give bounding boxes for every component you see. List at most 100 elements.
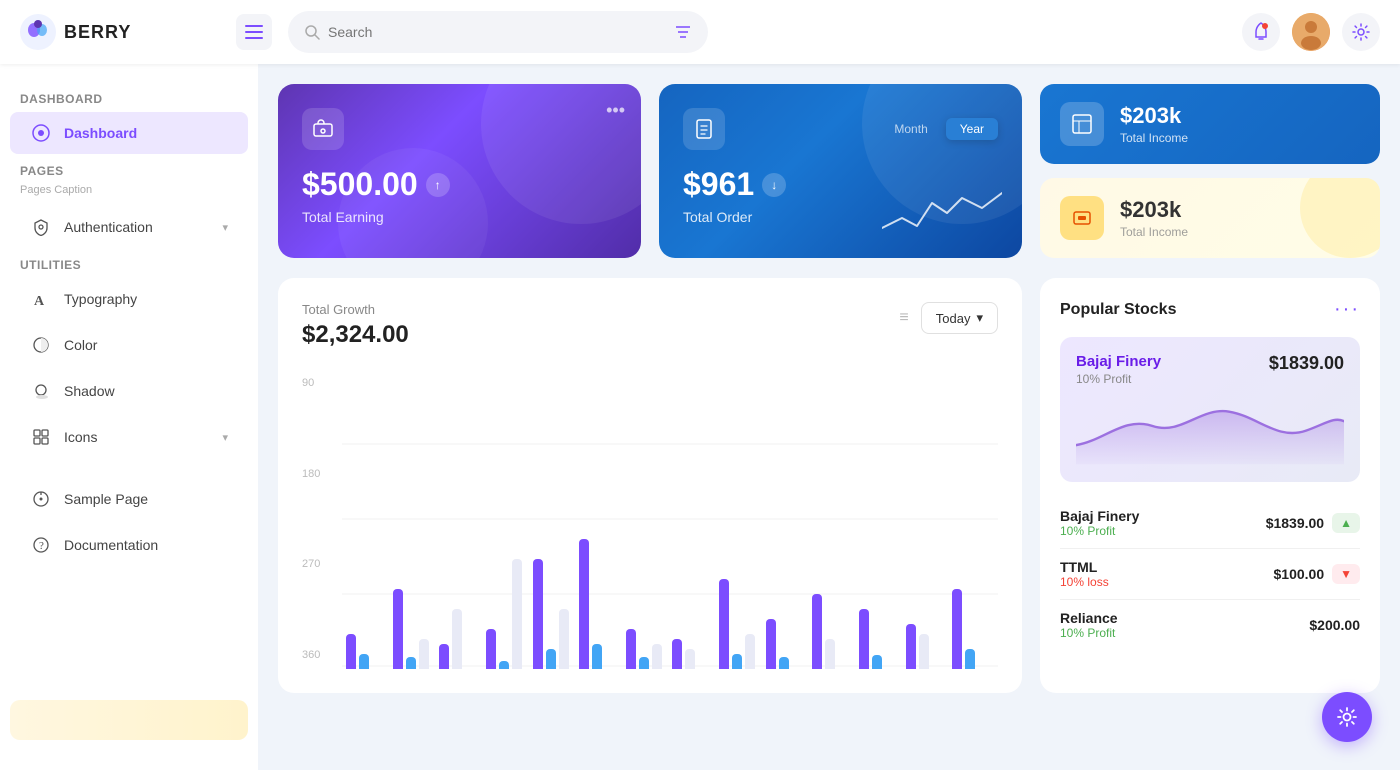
bar-group (393, 589, 435, 669)
stocks-more-icon[interactable]: ··· (1334, 298, 1360, 321)
card-order-icon (683, 108, 725, 150)
income-blue-label: Total Income (1120, 131, 1188, 145)
stock-name-col: TTML 10% loss (1060, 559, 1109, 589)
stock-row: Reliance 10% Profit $200.00 (1060, 600, 1360, 650)
bar-purple (859, 609, 869, 669)
featured-stock-profit: 10% Profit (1076, 372, 1161, 386)
fab-gear-icon (1336, 706, 1358, 728)
bar-blue (499, 661, 509, 669)
bar-purple (719, 579, 729, 669)
notifications-button[interactable] (1242, 13, 1280, 51)
badge-down: ▼ (1332, 564, 1360, 584)
bar-group (346, 634, 388, 669)
fab-settings-button[interactable] (1322, 692, 1372, 742)
bar-blue (592, 644, 602, 669)
sidebar-item-label: Authentication (64, 219, 153, 235)
bar-group (766, 619, 808, 669)
bar-purple (393, 589, 403, 669)
chart-menu-icon[interactable]: ≡ (899, 309, 908, 327)
stock-row: Bajaj Finery 10% Profit $1839.00 ▲ (1060, 498, 1360, 549)
bar-purple (952, 589, 962, 669)
featured-stock: Bajaj Finery 10% Profit $1839.00 (1060, 337, 1360, 482)
stock-price: $200.00 (1309, 617, 1360, 633)
svg-text:A: A (34, 294, 45, 308)
logo-icon (20, 14, 56, 50)
logo: BERRY (20, 14, 220, 50)
stock-name: Bajaj Finery (1060, 508, 1139, 524)
today-filter-button[interactable]: Today ▾ (921, 302, 998, 334)
bar-blue (965, 649, 975, 669)
sidebar: Dashboard Dashboard Pages Pages Caption … (0, 64, 258, 770)
bar-chart (342, 369, 998, 669)
bar-purple (486, 629, 496, 669)
income-yellow-info: $203k Total Income (1120, 197, 1188, 239)
stock-price: $1839.00 (1266, 515, 1324, 531)
income-blue-amount: $203k (1120, 103, 1188, 129)
sidebar-item-label: Dashboard (64, 125, 137, 141)
sidebar-item-sample-page[interactable]: Sample Page (10, 478, 248, 520)
bar-group (859, 609, 901, 669)
bar-blue (546, 649, 556, 669)
sidebar-item-authentication[interactable]: Authentication ▾ (10, 206, 248, 248)
sidebar-item-label: Typography (64, 291, 137, 307)
stock-name-col: Reliance 10% Profit (1060, 610, 1118, 640)
sidebar-section-pages: Pages (0, 156, 258, 182)
y-axis-labels: 360 270 180 90 (302, 369, 338, 669)
bar-purple (766, 619, 776, 669)
stock-change: 10% loss (1060, 575, 1109, 589)
bottom-section: Total Growth $2,324.00 ≡ Today ▾ 360 (278, 278, 1380, 693)
chevron-icon: ▾ (222, 431, 228, 444)
chevron-icon: ▾ (222, 221, 228, 234)
earning-label: Total Earning (302, 209, 617, 225)
bar-purple (812, 594, 822, 669)
chart-card: Total Growth $2,324.00 ≡ Today ▾ 360 (278, 278, 1022, 693)
sidebar-item-icons[interactable]: Icons ▾ (10, 416, 248, 458)
pages-caption: Pages Caption (0, 182, 258, 204)
sidebar-item-documentation[interactable]: ? Documentation (10, 524, 248, 566)
bar-light (559, 609, 569, 669)
search-icon (304, 24, 320, 40)
table-icon (1060, 102, 1104, 146)
sidebar-item-typography[interactable]: A Typography (10, 278, 248, 320)
stock-list: Bajaj Finery 10% Profit $1839.00 ▲ TTML … (1060, 498, 1360, 650)
stock-price: $100.00 (1274, 566, 1325, 582)
app-name: BERRY (64, 22, 131, 43)
stock-row: TTML 10% loss $100.00 ▼ (1060, 549, 1360, 600)
toggle-year-button[interactable]: Year (946, 118, 998, 140)
sidebar-item-dashboard[interactable]: Dashboard (10, 112, 248, 154)
chart-amount: $2,324.00 (302, 321, 409, 349)
settings-button[interactable] (1342, 13, 1380, 51)
sidebar-item-shadow[interactable]: Shadow (10, 370, 248, 412)
sidebar-item-label: Shadow (64, 383, 115, 399)
stock-name: Reliance (1060, 610, 1118, 626)
bar-blue (732, 654, 742, 669)
mini-card-income-yellow: $203k Total Income (1040, 178, 1380, 258)
today-label: Today (936, 311, 971, 326)
bar-group (906, 624, 948, 669)
menu-button[interactable] (236, 14, 272, 50)
stocks-title: Popular Stocks (1060, 301, 1176, 319)
toggle-month-button[interactable]: Month (880, 118, 941, 140)
typography-icon: A (30, 288, 52, 310)
search-input[interactable] (328, 24, 666, 40)
bar-group (626, 629, 668, 669)
earning-amount: $500.00 ↑ (302, 166, 617, 203)
badge-up: ▲ (1332, 513, 1360, 533)
dropdown-arrow: ▾ (976, 310, 983, 326)
stocks-card: Popular Stocks ··· Bajaj Finery 10% Prof… (1040, 278, 1380, 693)
bar-light (452, 609, 462, 669)
mini-card-income-blue: $203k Total Income (1040, 84, 1380, 164)
order-wave-chart (882, 188, 1002, 238)
filter-icon[interactable] (674, 24, 692, 40)
user-avatar (1292, 13, 1330, 51)
svg-text:?: ? (39, 540, 44, 552)
auth-icon (30, 216, 52, 238)
sidebar-item-label: Documentation (64, 537, 158, 553)
featured-stock-price: $1839.00 (1269, 353, 1344, 374)
bar-blue (872, 655, 882, 669)
bar-purple (579, 539, 589, 669)
bar-light (825, 639, 835, 669)
card-menu-icon[interactable]: ••• (606, 100, 625, 121)
sidebar-item-color[interactable]: Color (10, 324, 248, 366)
avatar[interactable] (1292, 13, 1330, 51)
